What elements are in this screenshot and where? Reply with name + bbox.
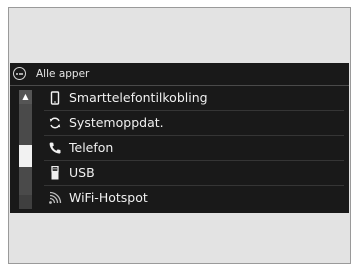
usb-icon — [48, 166, 62, 180]
scrollbar-thumb[interactable] — [19, 145, 32, 168]
arrow-up-icon: ▲ — [22, 92, 29, 101]
wifi-hotspot-icon — [48, 191, 62, 205]
scrollbar[interactable]: ▲ — [19, 90, 32, 209]
list-item-wifi-hotspot[interactable]: WiFi-Hotspot — [44, 185, 344, 210]
refresh-icon — [48, 116, 62, 130]
list-item-label: Telefon — [69, 140, 114, 155]
list-item-telefon[interactable]: Telefon — [44, 135, 344, 160]
list-item-label: WiFi-Hotspot — [69, 190, 148, 205]
list-item-label: USB — [69, 165, 95, 180]
screen-header: Alle apper — [10, 63, 349, 86]
scroll-down-area[interactable] — [19, 195, 32, 209]
list-item-label: Systemoppdat. — [69, 115, 164, 130]
app-list: Smarttelefontilkobling Systemoppdat. Tel… — [44, 86, 344, 210]
list-item-smarttelefontilkobling[interactable]: Smarttelefontilkobling — [44, 86, 344, 110]
list-item-systemoppdat[interactable]: Systemoppdat. — [44, 110, 344, 135]
phone-handset-icon — [48, 141, 62, 155]
apps-menu-icon[interactable] — [13, 67, 26, 80]
smartphone-icon — [48, 91, 62, 105]
list-item-label: Smarttelefontilkobling — [69, 90, 208, 105]
all-apps-screen: Alle apper ▲ Smarttelefontilkobling Syst… — [10, 63, 349, 213]
list-item-usb[interactable]: USB — [44, 160, 344, 185]
screen-title: Alle apper — [36, 68, 90, 80]
scroll-up-button[interactable]: ▲ — [19, 90, 32, 104]
